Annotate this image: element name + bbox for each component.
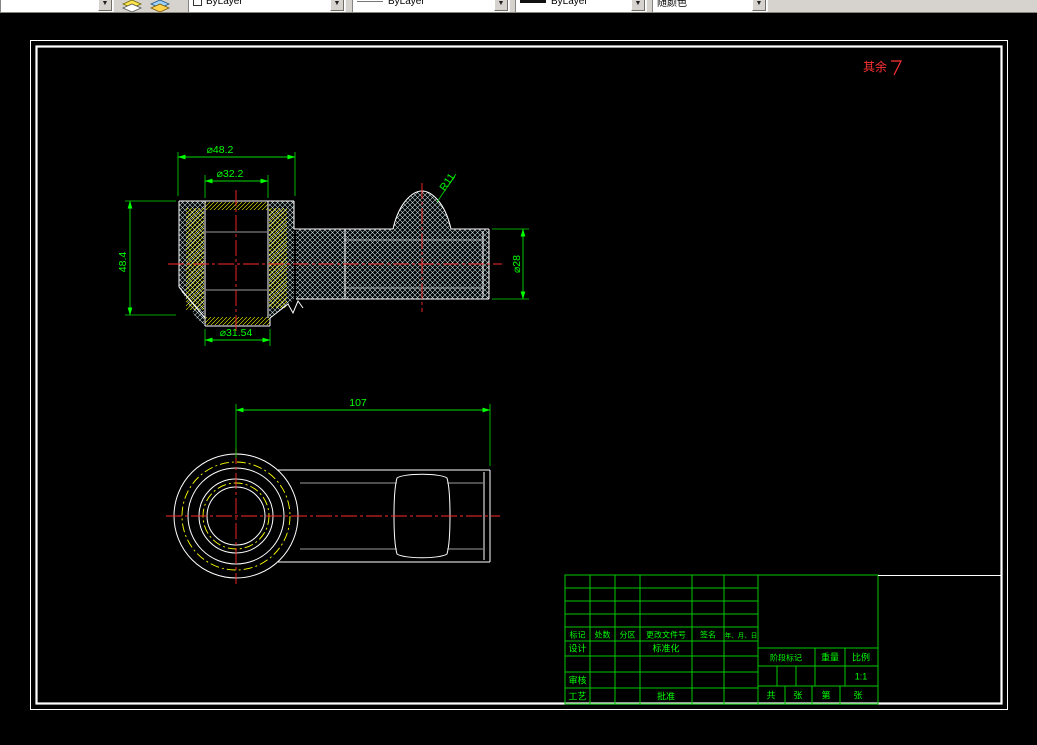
process-label: 工艺 <box>568 692 586 702</box>
arm-section-hatch <box>296 191 489 299</box>
dimension-height: 48.4 <box>117 200 176 316</box>
review-label: 审核 <box>568 675 586 686</box>
sheet-cell: 张 <box>793 691 802 701</box>
weight-label: 重量 <box>821 652 839 663</box>
linetype-value: ByLayer <box>388 0 425 7</box>
stage-mark-label: 阶段标记 <box>770 653 802 663</box>
scale-value: 1:1 <box>855 672 868 682</box>
title-block-header-cell: 处数 <box>595 630 611 640</box>
chevron-down-icon[interactable]: ▼ <box>330 0 344 11</box>
body-outline <box>278 469 491 563</box>
scale-label: 比例 <box>852 652 870 663</box>
title-block-header-cell: 年、月、日 <box>725 631 758 640</box>
chevron-down-icon[interactable]: ▼ <box>631 0 645 11</box>
dimension-text: ⌀32.2 <box>217 168 244 180</box>
color-control[interactable]: ByLayer ▼ <box>188 0 346 12</box>
standardization-label: 标准化 <box>652 643 679 654</box>
color-value: ByLayer <box>206 0 243 7</box>
title-block-header-cell: 签名 <box>700 630 716 640</box>
layer-translucency-icon[interactable] <box>122 0 142 12</box>
sheet-cell: 张 <box>853 691 862 701</box>
approve-label: 批准 <box>657 691 675 702</box>
boot-groove-notch <box>287 299 304 315</box>
dimension-text: ⌀28 <box>511 255 523 273</box>
dimension-text: R11 <box>437 171 458 193</box>
bottom-ring-hatch <box>205 317 270 325</box>
dimension-length: 107 <box>235 397 491 466</box>
linetype-control[interactable]: ByLayer ▼ <box>352 0 510 12</box>
title-block-border <box>564 574 879 705</box>
title-block-columns <box>589 575 759 704</box>
lineweight-control[interactable]: ByLayer ▼ <box>515 0 647 12</box>
plan-view: 107 <box>166 397 500 584</box>
command-combo[interactable]: ▼ <box>0 0 114 12</box>
top-toolbar: ▼ ByLayer ▼ ByLayer ▼ ByLayer ▼ 随颜色 ▼ <box>0 0 1037 13</box>
dimension-radius: R11 <box>436 171 458 203</box>
design-label: 设计 <box>568 643 586 654</box>
dimension-text: 48.4 <box>117 252 129 273</box>
title-block-header-cell: 标记 <box>570 630 586 640</box>
dimension-text: 107 <box>349 397 367 409</box>
dimension-text: ⌀31.54 <box>220 327 253 339</box>
roughness-symbol-icon <box>891 60 902 76</box>
sheet-cell: 第 <box>821 690 830 701</box>
bushing-right-hatch <box>269 208 287 308</box>
title-block-header-cell: 分区 <box>620 631 636 640</box>
drawing-frame <box>30 40 1008 710</box>
dimension-dia-bore: ⌀32.2 <box>204 168 269 198</box>
chevron-down-icon[interactable]: ▼ <box>98 0 112 11</box>
plotstyle-value: 随颜色 <box>657 0 687 9</box>
title-block-header-cell: 更改文件号 <box>646 630 686 640</box>
top-ring-hatch <box>205 202 268 210</box>
layers-icon[interactable] <box>150 0 170 12</box>
title-block: 标记 处数 分区 更改文件号 签名 年、月、日 设计 标准化 审核 工艺 批准 … <box>564 574 1002 705</box>
chevron-down-icon[interactable]: ▼ <box>494 0 508 11</box>
surface-roughness-note: 其余 <box>863 59 902 76</box>
bushing-left-hatch <box>186 208 204 310</box>
lineweight-sample <box>520 0 546 3</box>
sheet-cell: 共 <box>766 691 775 701</box>
surface-note-text: 其余 <box>863 59 887 74</box>
drawing-canvas[interactable]: 其余 ⌀48.2 ⌀32.2 48.4 ⌀31.54 ⌀28 R11 107 标… <box>0 0 1037 745</box>
chevron-down-icon[interactable]: ▼ <box>752 0 766 11</box>
dimension-text: ⌀48.2 <box>207 144 234 156</box>
plotstyle-control[interactable]: 随颜色 ▼ <box>652 0 768 12</box>
dimension-dia-bottom: ⌀31.54 <box>204 327 271 346</box>
linetype-sample <box>357 1 383 2</box>
lineweight-value: ByLayer <box>551 0 588 7</box>
centerlines <box>166 448 500 584</box>
color-swatch <box>193 0 202 6</box>
section-view: ⌀48.2 ⌀32.2 48.4 ⌀31.54 ⌀28 R11 <box>117 144 529 346</box>
